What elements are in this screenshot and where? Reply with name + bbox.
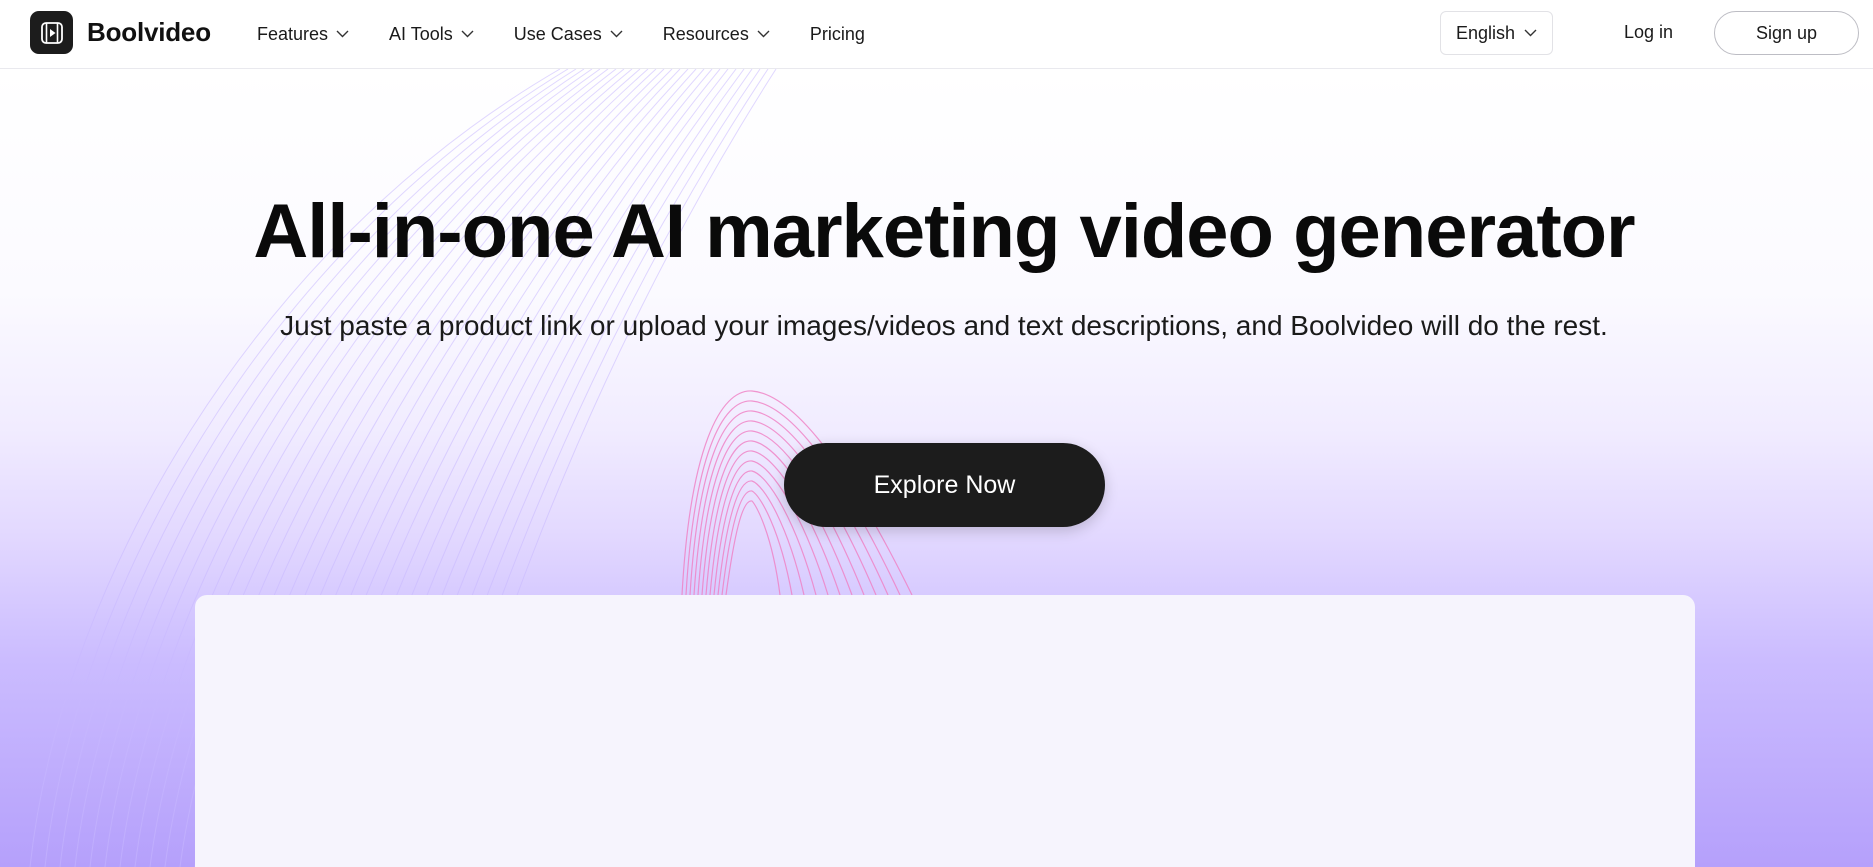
hero-title: All-in-one AI marketing video generator	[253, 189, 1635, 274]
login-link[interactable]: Log in	[1624, 22, 1673, 43]
nav-item-label: Features	[257, 23, 329, 44]
nav-item-pricing[interactable]: Pricing	[810, 24, 865, 45]
video-preview-panel	[195, 595, 1695, 867]
nav-item-use-cases[interactable]: Use Cases	[514, 24, 623, 45]
nav-item-label: Resources	[662, 23, 749, 44]
chevron-down-icon	[461, 30, 474, 38]
hero-subtitle: Just paste a product link or upload your…	[280, 310, 1608, 341]
language-selector[interactable]: English	[1440, 11, 1553, 55]
logo-icon	[30, 11, 73, 54]
nav-item-ai-tools[interactable]: AI Tools	[389, 24, 474, 45]
nav-item-label: AI Tools	[389, 23, 453, 44]
brand-logo-link[interactable]: Boolvideo	[30, 11, 211, 54]
brand-name: Boolvideo	[87, 17, 211, 47]
explore-now-button[interactable]: Explore Now	[784, 443, 1105, 527]
nav-item-features[interactable]: Features	[257, 24, 349, 45]
nav-item-label: Pricing	[809, 23, 865, 44]
language-label: English	[1455, 22, 1516, 43]
nav-item-label: Use Cases	[513, 23, 602, 44]
chevron-down-icon	[757, 30, 770, 38]
chevron-down-icon	[1524, 29, 1537, 37]
main-nav: Features AI Tools Use Cases Resources Pr…	[257, 0, 905, 68]
top-navigation-bar: Boolvideo Features AI Tools Use Cases Re…	[0, 0, 1873, 69]
nav-item-resources[interactable]: Resources	[663, 24, 770, 45]
signup-button[interactable]: Sign up	[1714, 11, 1859, 55]
chevron-down-icon	[336, 30, 349, 38]
chevron-down-icon	[610, 30, 623, 38]
